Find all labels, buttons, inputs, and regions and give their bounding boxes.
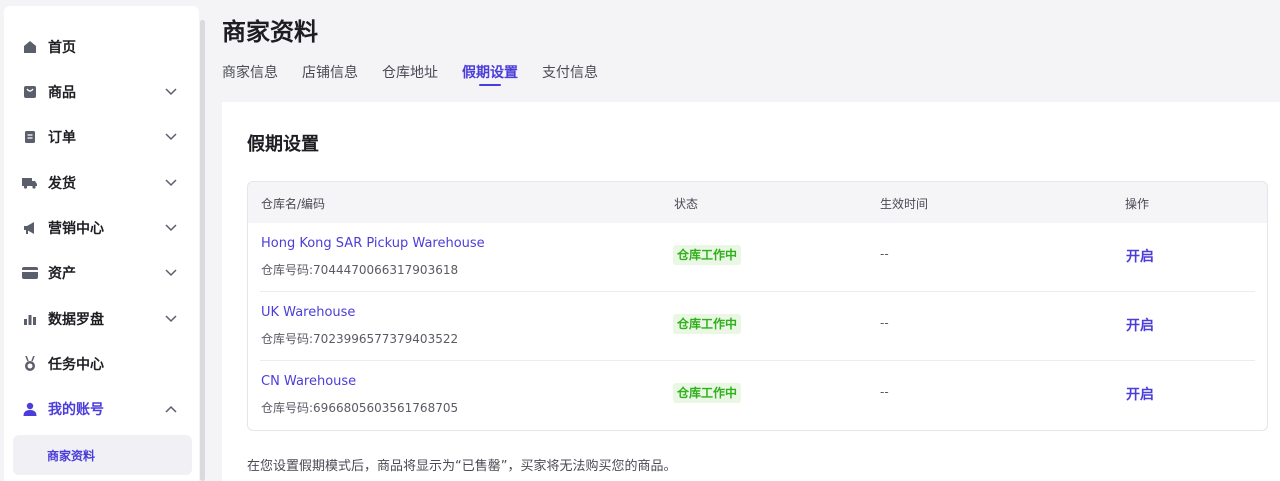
page-title: 商家资料 — [222, 18, 318, 46]
sidebar-item-label: 订单 — [48, 130, 76, 146]
sidebar: 首页 商品 订单 发货 营销中心 资产 数据罗盘 任务中心 我的账号 商家资料 — [0, 0, 207, 481]
table-row: UK Warehouse 仓库号码:7023996577379403522 仓库… — [260, 292, 1255, 361]
column-header-action: 操作 — [1125, 197, 1150, 211]
warehouse-code: 仓库号码:6966805603561768705 — [261, 401, 459, 415]
status-badge: 仓库工作中 — [673, 314, 742, 334]
bar-chart-icon — [22, 311, 38, 327]
warehouse-name-link[interactable]: Hong Kong SAR Pickup Warehouse — [261, 236, 485, 251]
tab-merchant-info[interactable]: 商家信息 — [222, 62, 278, 92]
column-header-status: 状态 — [674, 197, 699, 211]
enable-button[interactable]: 开启 — [1126, 246, 1154, 266]
user-icon — [22, 401, 38, 417]
sidebar-item-label: 我的账号 — [48, 402, 104, 418]
sidebar-item-task-center[interactable]: 任务中心 — [4, 344, 199, 384]
bag-icon — [22, 84, 38, 100]
sidebar-item-shipping[interactable]: 发货 — [4, 163, 199, 203]
chevron-down-icon — [164, 85, 178, 99]
effective-time: -- — [880, 247, 889, 261]
enable-button[interactable]: 开启 — [1126, 315, 1154, 335]
sidebar-item-products[interactable]: 商品 — [4, 72, 199, 112]
holiday-settings-card: 假期设置 仓库名/编码 状态 生效时间 操作 Hong Kong SAR Pic… — [222, 102, 1280, 481]
status-badge: 仓库工作中 — [673, 245, 742, 265]
truck-icon — [22, 175, 38, 191]
chevron-down-icon — [164, 130, 178, 144]
sidebar-item-my-account[interactable]: 我的账号 — [4, 389, 199, 429]
table-row: CN Warehouse 仓库号码:6966805603561768705 仓库… — [260, 361, 1255, 430]
chevron-up-icon — [164, 402, 178, 416]
sidebar-item-home[interactable]: 首页 — [4, 27, 199, 67]
tab-bar: 商家信息 店铺信息 仓库地址 假期设置 支付信息 — [222, 62, 622, 92]
warehouse-code: 仓库号码:7023996577379403522 — [261, 332, 459, 346]
chevron-down-icon — [164, 312, 178, 326]
sidebar-item-label: 商品 — [48, 85, 76, 101]
card-icon — [22, 265, 38, 281]
medal-icon — [22, 356, 38, 372]
sidebar-item-label: 发货 — [48, 176, 76, 192]
effective-time: -- — [880, 385, 889, 399]
sidebar-item-data-compass[interactable]: 数据罗盘 — [4, 299, 199, 339]
sidebar-item-orders[interactable]: 订单 — [4, 117, 199, 157]
status-badge: 仓库工作中 — [673, 383, 742, 403]
column-header-effective-time: 生效时间 — [880, 197, 929, 211]
document-icon — [22, 129, 38, 145]
sidebar-item-marketing[interactable]: 营销中心 — [4, 208, 199, 248]
sidebar-scrollbar[interactable] — [200, 20, 205, 481]
section-title: 假期设置 — [247, 134, 319, 155]
tab-store-info[interactable]: 店铺信息 — [302, 62, 358, 92]
holiday-mode-note: 在您设置假期模式后，商品将显示为“已售罄”，买家将无法购买您的商品。 — [247, 459, 677, 474]
warehouse-name-link[interactable]: CN Warehouse — [261, 374, 356, 389]
effective-time: -- — [880, 316, 889, 330]
warehouse-table: 仓库名/编码 状态 生效时间 操作 Hong Kong SAR Pickup W… — [247, 181, 1268, 431]
column-header-warehouse: 仓库名/编码 — [261, 197, 326, 211]
chevron-down-icon — [164, 176, 178, 190]
sidebar-item-label: 营销中心 — [48, 221, 104, 237]
sidebar-item-label: 首页 — [48, 40, 76, 56]
tab-payment-info[interactable]: 支付信息 — [542, 62, 598, 92]
home-icon — [22, 39, 38, 55]
sidebar-item-assets[interactable]: 资产 — [4, 253, 199, 293]
table-row: Hong Kong SAR Pickup Warehouse 仓库号码:7044… — [260, 223, 1255, 292]
warehouse-name-link[interactable]: UK Warehouse — [261, 305, 355, 320]
sidebar-item-label: 任务中心 — [48, 357, 104, 373]
enable-button[interactable]: 开启 — [1126, 384, 1154, 404]
sidebar-subitem-merchant-profile[interactable]: 商家资料 — [13, 435, 192, 475]
chevron-down-icon — [164, 221, 178, 235]
table-header: 仓库名/编码 状态 生效时间 操作 — [248, 182, 1267, 223]
chevron-down-icon — [164, 266, 178, 280]
tab-holiday-settings[interactable]: 假期设置 — [462, 62, 518, 92]
sidebar-subitem-label: 商家资料 — [47, 448, 96, 463]
tab-warehouse-address[interactable]: 仓库地址 — [382, 62, 438, 92]
sidebar-item-label: 数据罗盘 — [48, 312, 104, 328]
sidebar-item-label: 资产 — [48, 266, 76, 282]
warehouse-code: 仓库号码:7044470066317903618 — [261, 263, 459, 277]
megaphone-icon — [22, 220, 38, 236]
